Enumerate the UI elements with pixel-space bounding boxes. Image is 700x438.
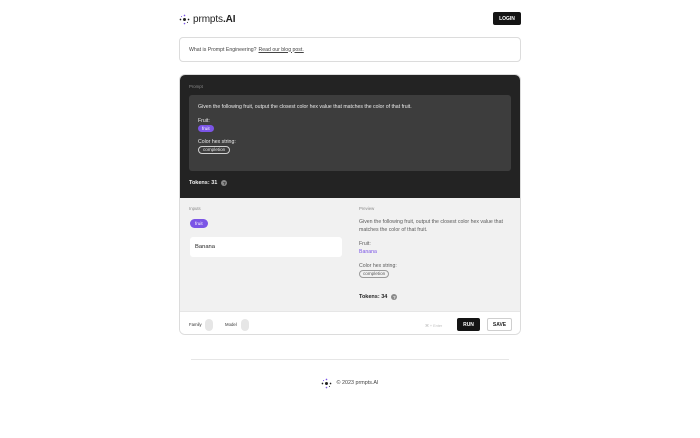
model-label: Model — [225, 322, 237, 327]
preview-tokens-text: Tokens: 34 — [359, 294, 388, 300]
inputs-column: Inputs fruit — [189, 198, 342, 311]
family-label: Family — [189, 322, 202, 327]
prompt-tokens-text: Tokens: 31 — [189, 180, 218, 186]
preview-instruction: Given the following fruit, output the cl… — [359, 219, 503, 233]
prompt-section-label: Prompt — [189, 84, 203, 89]
info-banner: What is Prompt Engineering? Read our blo… — [179, 37, 521, 62]
action-bar: Family Model ⌘ + Enter RUN SAVE — [180, 311, 520, 334]
logo-sparkle-icon — [179, 14, 190, 24]
footer-logo-icon — [322, 378, 332, 388]
help-icon[interactable]: ? — [221, 180, 228, 186]
prompt-instruction: Given the following fruit, output the cl… — [198, 104, 412, 110]
preview-section-label: Preview — [359, 206, 375, 211]
fruit-variable-pill[interactable]: fruit — [198, 125, 214, 132]
prompt-token-count: Tokens: 31 ? — [189, 180, 228, 186]
inputs-section-label: Inputs — [189, 206, 201, 211]
footer-copyright: © 2023 prmpts.AI — [336, 380, 379, 386]
save-button[interactable]: SAVE — [487, 318, 512, 331]
footer: © 2023 prmpts.AI — [0, 377, 700, 389]
run-button[interactable]: RUN — [457, 318, 480, 331]
prompt-color-label: Color hex string: — [198, 139, 236, 145]
prompt-fruit-label: Fruit: — [198, 118, 210, 124]
preview-column: Preview Given the following fruit, outpu… — [359, 198, 509, 311]
prompt-section: Prompt Given the following fruit, output… — [180, 75, 520, 198]
preview-text: Given the following fruit, output the cl… — [359, 218, 509, 278]
prompt-editor[interactable]: Given the following fruit, output the cl… — [189, 95, 511, 171]
logo-text: prmpts.AI — [193, 13, 236, 25]
fruit-input-pill: fruit — [190, 219, 208, 228]
inputs-preview-section: Inputs fruit Preview Given the following… — [180, 198, 520, 311]
footer-divider — [191, 359, 509, 360]
family-selector[interactable] — [205, 319, 213, 331]
model-selector[interactable] — [241, 319, 249, 331]
preview-help-icon[interactable]: ? — [391, 294, 398, 300]
preview-fruit-label: Fruit: — [359, 241, 371, 247]
completion-pill[interactable]: completion — [198, 146, 231, 154]
preview-token-count: Tokens: 34 ? — [359, 294, 398, 300]
preview-fruit-value: Banana — [359, 249, 377, 255]
prompt-card: Prompt Given the following fruit, output… — [179, 74, 521, 335]
header: prmpts.AI LOGIN — [179, 12, 521, 26]
banner-text: What is Prompt Engineering? — [189, 46, 257, 53]
preview-completion-pill: completion — [359, 270, 390, 278]
fruit-input[interactable] — [190, 237, 342, 257]
blog-post-link[interactable]: Read our blog post. — [258, 47, 303, 53]
logo[interactable]: prmpts.AI — [179, 12, 236, 26]
login-button[interactable]: LOGIN — [493, 12, 521, 25]
preview-color-label: Color hex string: — [359, 263, 397, 269]
run-shortcut-hint: ⌘ + Enter — [425, 324, 443, 328]
